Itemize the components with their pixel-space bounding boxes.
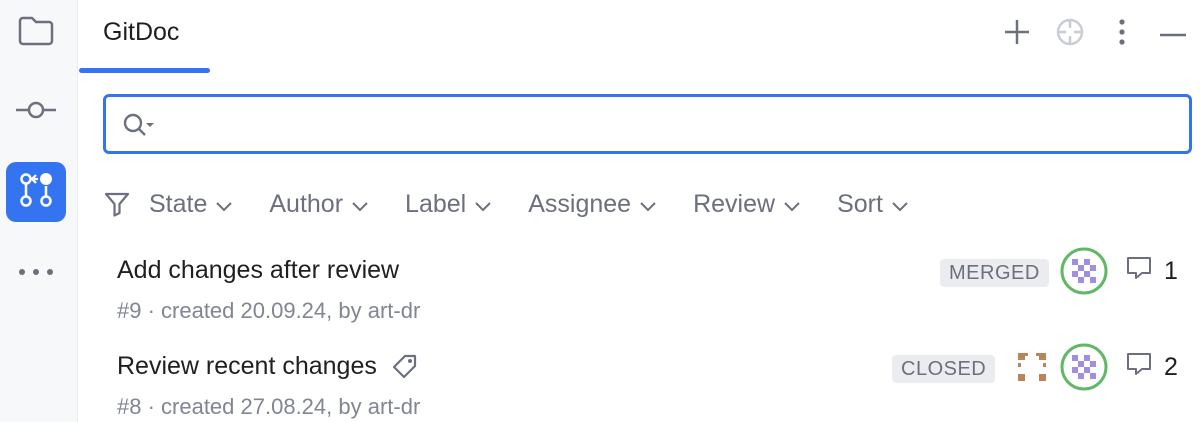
pr-title-text: Review recent changes — [117, 352, 377, 380]
pull-request-row[interactable]: Add changes after review #9 · created 20… — [117, 247, 1178, 346]
filter-label: Review — [693, 189, 776, 218]
label-tag-icon — [391, 353, 419, 381]
filter-author[interactable]: Author — [269, 190, 369, 219]
chevron-down-icon — [474, 190, 492, 219]
add-icon — [1003, 18, 1031, 51]
pull-request-icon — [16, 170, 56, 215]
filter-assignee[interactable]: Assignee — [528, 190, 657, 219]
pr-meta: #9 · created 20.09.24, by art-dr — [117, 298, 421, 323]
chevron-down-icon — [783, 190, 801, 219]
comment-count-value: 2 — [1164, 353, 1178, 381]
filter-icon — [103, 184, 133, 224]
chevron-down-icon — [351, 190, 369, 219]
locate-icon — [1055, 17, 1085, 52]
filter-label: Author — [269, 189, 344, 218]
chevron-down-icon — [639, 190, 657, 219]
pr-title: Add changes after review — [117, 256, 399, 285]
options-button[interactable] — [1102, 14, 1142, 54]
search-field[interactable] — [103, 94, 1192, 154]
tab-gitdoc[interactable]: GitDoc — [79, 0, 211, 74]
pull-requests-panel: GitDoc State Author Label Assignee Revie… — [79, 0, 1200, 422]
filter-review[interactable]: Review — [693, 190, 801, 219]
filter-label: Sort — [837, 189, 883, 218]
locate-button[interactable] — [1050, 14, 1090, 54]
avatar — [1060, 247, 1108, 295]
comment-count-value: 1 — [1164, 257, 1178, 285]
add-button[interactable] — [997, 14, 1037, 54]
pr-title-text: Add changes after review — [117, 256, 400, 284]
filter-sort[interactable]: Sort — [837, 190, 909, 219]
more-horizontal-icon — [18, 263, 54, 281]
project-tool-button[interactable] — [6, 3, 66, 63]
filter-state[interactable]: State — [149, 190, 233, 219]
filter-label: State — [149, 189, 208, 218]
filter-label: Assignee — [528, 189, 632, 218]
comment-icon — [1126, 352, 1164, 383]
more-vertical-icon — [1118, 18, 1126, 51]
comment-icon — [1126, 256, 1164, 287]
pr-meta: #8 · created 27.08.24, by art-dr — [117, 394, 421, 419]
avatar — [1060, 343, 1108, 391]
status-badge: MERGED — [940, 259, 1049, 287]
chevron-down-icon — [215, 190, 233, 219]
tool-window-sidebar — [0, 0, 78, 422]
filter-bar: State Author Label Assignee Review Sort — [103, 184, 945, 224]
search-history-icon[interactable] — [122, 111, 158, 144]
tab-selected-indicator — [79, 68, 210, 73]
commit-tool-button[interactable] — [6, 82, 66, 142]
more-tools-button[interactable] — [6, 242, 66, 302]
pr-title: Review recent changes — [117, 352, 419, 381]
comment-count: 1 — [1126, 256, 1178, 287]
folder-icon — [16, 14, 56, 53]
chevron-down-icon — [891, 190, 909, 219]
filter-label: Label — [405, 189, 467, 218]
tab-label: GitDoc — [103, 18, 180, 46]
minimize-icon — [1159, 25, 1187, 43]
minimize-button[interactable] — [1153, 14, 1193, 54]
status-badge: CLOSED — [892, 355, 996, 383]
avatar — [1008, 343, 1056, 391]
commit-icon — [14, 100, 58, 125]
search-input[interactable] — [162, 105, 1172, 143]
comment-count: 2 — [1126, 352, 1178, 383]
pull-request-row[interactable]: Review recent changes #8 · created 27.08… — [117, 343, 1178, 422]
pull-requests-tool-button[interactable] — [6, 162, 66, 222]
filter-label[interactable]: Label — [405, 190, 492, 219]
